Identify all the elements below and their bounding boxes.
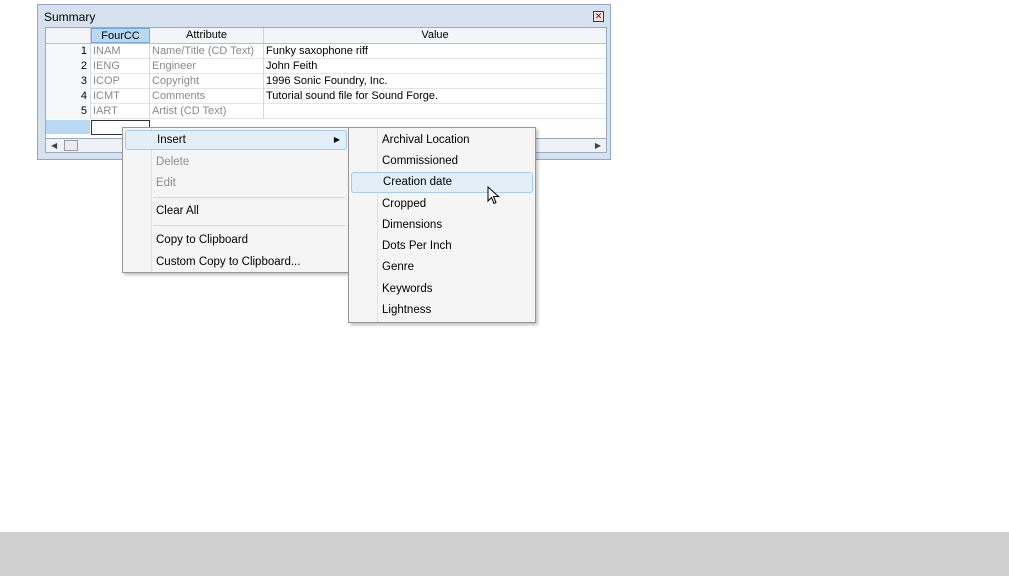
metadata-grid: FourCC Attribute Value 1 INAM Name/Title… bbox=[45, 27, 607, 139]
submenu-item-dots-per-inch[interactable]: Dots Per Inch bbox=[351, 236, 533, 257]
row-number: 2 bbox=[46, 59, 91, 74]
submenu-item-lightness[interactable]: Lightness bbox=[351, 300, 533, 321]
footer-strip bbox=[0, 532, 1009, 576]
summary-title: Summary bbox=[44, 10, 96, 24]
fourcc-cell[interactable]: ICMT bbox=[91, 89, 150, 104]
submenu-item-commissioned[interactable]: Commissioned bbox=[351, 151, 533, 172]
value-cell[interactable]: 1996 Sonic Foundry, Inc. bbox=[264, 74, 606, 89]
close-icon[interactable]: ✕ bbox=[593, 11, 604, 22]
table-row[interactable]: 5 IART Artist (CD Text) bbox=[46, 104, 606, 119]
attribute-cell[interactable]: Name/Title (CD Text) bbox=[150, 44, 264, 59]
value-cell[interactable]: Funky saxophone riff bbox=[264, 44, 606, 59]
menu-item-insert[interactable]: Insert ▶ bbox=[125, 130, 347, 150]
grid-header: FourCC Attribute Value bbox=[46, 28, 606, 44]
scroll-thumb[interactable] bbox=[64, 140, 78, 151]
table-row[interactable]: 2 IENG Engineer John Feith bbox=[46, 59, 606, 74]
header-value[interactable]: Value bbox=[264, 28, 606, 43]
menu-separator bbox=[153, 225, 345, 226]
value-cell[interactable]: John Feith bbox=[264, 59, 606, 74]
value-cell[interactable] bbox=[264, 104, 606, 119]
table-row[interactable]: 3 ICOP Copyright 1996 Sonic Foundry, Inc… bbox=[46, 74, 606, 89]
header-fourcc[interactable]: FourCC bbox=[91, 28, 150, 43]
new-row-selector[interactable] bbox=[46, 120, 90, 134]
menu-item-edit: Edit bbox=[156, 177, 176, 189]
scroll-left-icon[interactable]: ◀ bbox=[51, 139, 57, 152]
scroll-right-icon[interactable]: ▶ bbox=[595, 139, 601, 152]
menu-item-clear-all[interactable]: Clear All bbox=[125, 201, 347, 221]
attribute-cell[interactable]: Copyright bbox=[150, 74, 264, 89]
chevron-right-icon: ▶ bbox=[333, 135, 340, 144]
attribute-cell[interactable]: Engineer bbox=[150, 59, 264, 74]
header-row-number[interactable] bbox=[46, 28, 91, 43]
submenu-item-keywords[interactable]: Keywords bbox=[351, 279, 533, 300]
menu-separator bbox=[153, 197, 345, 198]
header-attribute[interactable]: Attribute bbox=[150, 28, 264, 43]
submenu-item-cropped[interactable]: Cropped bbox=[351, 194, 533, 215]
insert-submenu: Archival Location Commissioned Creation … bbox=[348, 127, 536, 323]
attribute-cell[interactable]: Comments bbox=[150, 89, 264, 104]
menu-item-delete: Delete bbox=[156, 156, 190, 168]
fourcc-cell[interactable]: INAM bbox=[91, 44, 150, 59]
row-number: 1 bbox=[46, 44, 91, 59]
attribute-cell[interactable]: Artist (CD Text) bbox=[150, 104, 264, 119]
submenu-item-archival-location[interactable]: Archival Location bbox=[351, 130, 533, 151]
table-row[interactable]: 4 ICMT Comments Tutorial sound file for … bbox=[46, 89, 606, 104]
submenu-item-dimensions[interactable]: Dimensions bbox=[351, 215, 533, 236]
fourcc-cell[interactable]: ICOP bbox=[91, 74, 150, 89]
row-number: 3 bbox=[46, 74, 91, 89]
menu-item-copy-to-clipboard[interactable]: Copy to Clipboard bbox=[125, 230, 347, 250]
value-cell[interactable]: Tutorial sound file for Sound Forge. bbox=[264, 89, 606, 104]
fourcc-cell[interactable]: IART bbox=[91, 104, 150, 119]
row-number: 5 bbox=[46, 104, 91, 119]
submenu-item-genre[interactable]: Genre bbox=[351, 257, 533, 278]
submenu-item-creation-date[interactable]: Creation date bbox=[351, 172, 533, 193]
fourcc-cell[interactable]: IENG bbox=[91, 59, 150, 74]
row-number: 4 bbox=[46, 89, 91, 104]
menu-item-custom-copy[interactable]: Custom Copy to Clipboard... bbox=[125, 252, 347, 272]
mouse-pointer-icon bbox=[487, 186, 500, 205]
context-menu: Insert ▶ Delete Edit Clear All Copy to C… bbox=[122, 127, 350, 273]
menu-item-label: Insert bbox=[157, 134, 186, 146]
table-row[interactable]: 1 INAM Name/Title (CD Text) Funky saxoph… bbox=[46, 44, 606, 59]
